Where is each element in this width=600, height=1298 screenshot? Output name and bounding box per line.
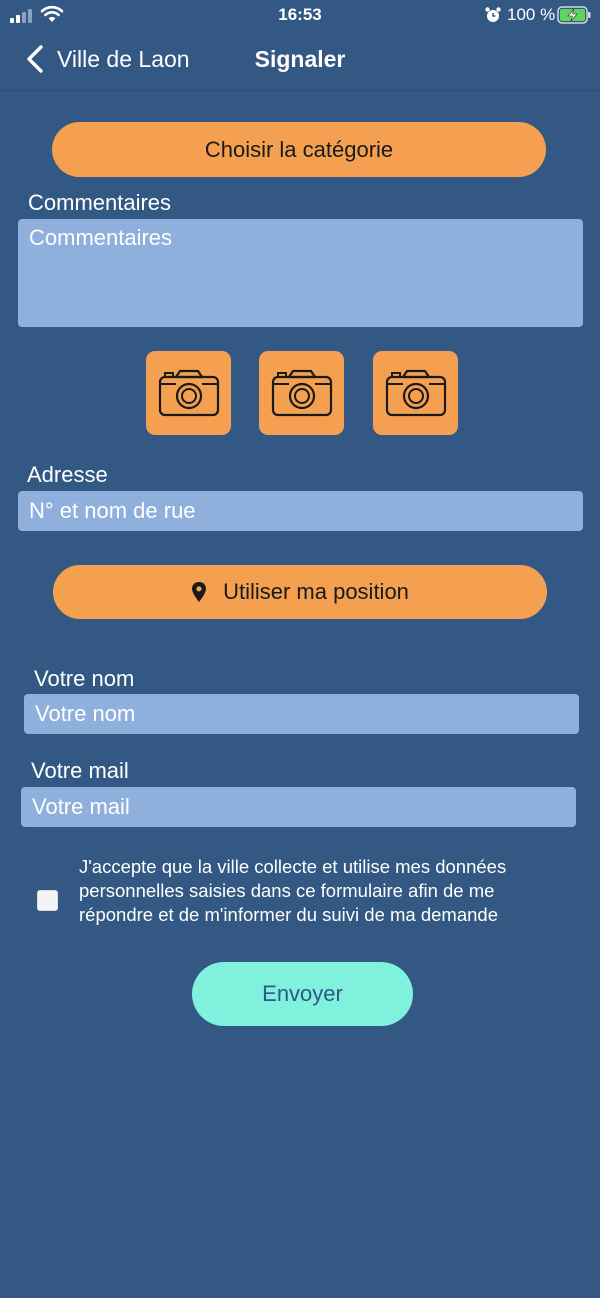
- name-field[interactable]: Votre nom: [24, 694, 579, 734]
- camera-icon: [271, 369, 332, 417]
- name-placeholder: Votre nom: [35, 701, 136, 726]
- camera-icon: [158, 369, 219, 417]
- address-placeholder: N° et nom de rue: [29, 498, 196, 523]
- address-label: Adresse: [27, 462, 108, 487]
- battery-percent: 100 %: [507, 5, 556, 24]
- add-photo-button-2[interactable]: [259, 351, 344, 435]
- camera-icon: [385, 369, 446, 417]
- send-label: Envoyer: [262, 981, 343, 1006]
- address-field[interactable]: N° et nom de rue: [18, 491, 583, 531]
- mail-field[interactable]: Votre mail: [21, 787, 576, 827]
- map-pin-icon: [192, 582, 207, 602]
- name-label: Votre nom: [34, 666, 135, 691]
- comments-label: Commentaires: [28, 190, 172, 215]
- mail-label: Votre mail: [31, 758, 129, 783]
- battery-charging-icon: [557, 6, 591, 24]
- status-bar: 16:53 100 %: [0, 0, 600, 30]
- consent-text: J'accepte que la ville collecte et utili…: [79, 856, 507, 925]
- add-photo-button-1[interactable]: [146, 351, 231, 435]
- choose-category-button[interactable]: Choisir la catégorie: [52, 122, 546, 177]
- add-photo-button-3[interactable]: [373, 351, 458, 435]
- comments-field[interactable]: Commentaires: [18, 219, 583, 327]
- comments-placeholder: Commentaires: [29, 225, 173, 250]
- use-my-position-label: Utiliser ma position: [223, 579, 409, 604]
- page-title: Signaler: [254, 46, 346, 72]
- send-button[interactable]: Envoyer: [192, 962, 413, 1026]
- alarm-clock-icon: [485, 7, 501, 22]
- mail-placeholder: Votre mail: [32, 794, 130, 819]
- use-my-position-button[interactable]: Utiliser ma position: [53, 565, 547, 619]
- choose-category-label: Choisir la catégorie: [204, 136, 394, 162]
- navigation-bar: Ville de Laon Signaler: [0, 30, 600, 91]
- consent-checkbox[interactable]: [37, 890, 58, 911]
